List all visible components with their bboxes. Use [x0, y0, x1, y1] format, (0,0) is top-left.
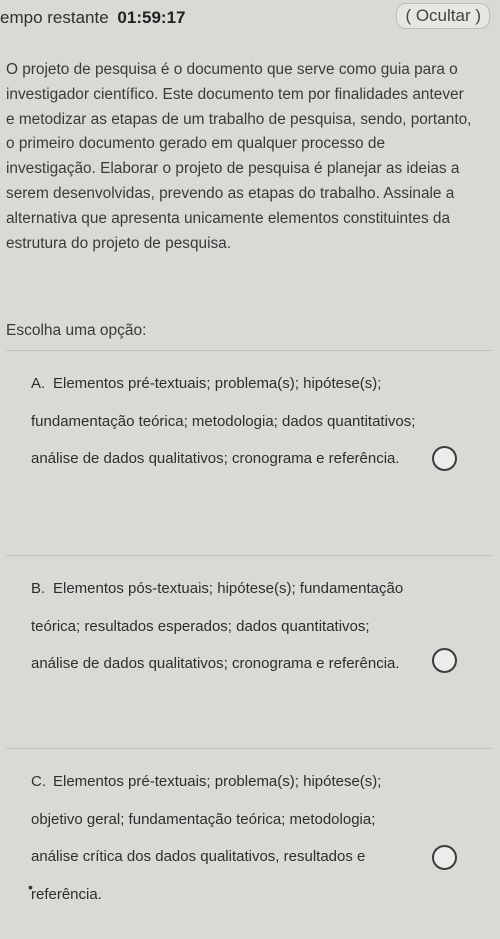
answer-option-a[interactable]: A. Elementos pré-textuais; problema(s); h… [6, 350, 492, 521]
answer-option-letter: A. [31, 375, 46, 392]
bullet-mark: • [28, 879, 33, 895]
answer-option-label: Elementos pré-textuais; problema(s); hip… [31, 773, 382, 903]
answer-option-text: C. Elementos pré-textuais; problema(s); h… [31, 763, 421, 913]
answer-option-text: A. Elementos pré-textuais; problema(s); h… [31, 365, 421, 478]
answer-option-text: B. Elementos pós-textuais; hipótese(s); f… [31, 570, 421, 683]
answer-option-c[interactable]: C. Elementos pré-textuais; problema(s); h… [6, 748, 492, 919]
answer-option-b[interactable]: B. Elementos pós-textuais; hipótese(s); f… [6, 555, 492, 726]
radio-button-a[interactable] [432, 446, 457, 471]
radio-button-c[interactable] [432, 845, 457, 870]
answer-option-letter: B. [31, 580, 46, 597]
answer-option-label: Elementos pós-textuais; hipótese(s); fun… [31, 580, 404, 672]
time-remaining: empo restante 01:59:17 [0, 8, 185, 28]
radio-button-b[interactable] [432, 648, 457, 673]
answer-option-letter: C. [31, 773, 46, 790]
quiz-header: empo restante 01:59:17 ( Ocultar ) [0, 0, 500, 34]
time-remaining-label: empo restante [0, 8, 109, 27]
question-text: O projeto de pesquisa é o documento que … [6, 61, 472, 252]
time-remaining-value: 01:59:17 [117, 8, 186, 27]
hide-timer-button[interactable]: ( Ocultar ) [396, 3, 490, 29]
choose-option-prompt: Escolha uma opção: [6, 322, 147, 339]
answer-option-label: Elementos pré-textuais; problema(s); hip… [31, 375, 416, 467]
